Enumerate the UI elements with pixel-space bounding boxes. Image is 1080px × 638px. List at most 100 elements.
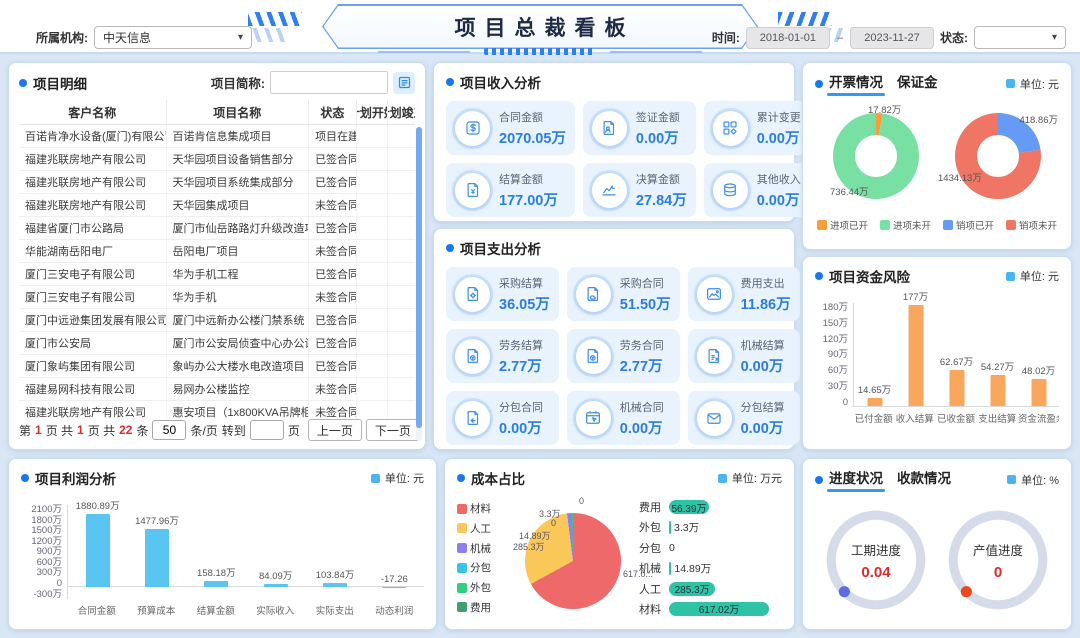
table-cell: 厦门市仙岳路路灯升级改造项目 [166,217,309,239]
bar-value-label: 1880.89万 [76,498,120,512]
legend-item: 人工 [457,521,509,536]
table-cell [387,378,415,400]
org-select[interactable]: 中天信息 ▾ [94,26,252,49]
table-row[interactable]: 厦门三安电子有限公司华为手机未签合同 [19,286,415,309]
table-cell: 福建兆联房地产有限公司 [19,148,166,170]
cost-list-row: 材料617.02万 [639,601,782,617]
table-row[interactable]: 厦门三安电子有限公司华为手机工程已签合同 [19,263,415,286]
cost-value-bar [669,521,671,534]
y-tick-label: 0 [843,398,848,408]
gauge-label: 工期进度 [851,540,901,559]
section-dot-icon [446,244,454,252]
legend-swatch [1006,220,1016,230]
table-cell: 未签合同 [308,240,356,262]
table-row[interactable]: 厦门市公安局厦门市公安局侦查中心办公设...已签合同 [19,332,415,355]
tab-invoice-status[interactable]: 开票情况 [829,71,883,96]
kpi-label: 机械合同 [620,399,664,415]
machine-contract-icon [576,401,611,436]
table-row[interactable]: 福建易网科技有限公司易网办公楼监控未签合同 [19,378,415,401]
kpi-value: 0.00万 [757,127,801,148]
table-cell [387,355,415,377]
unit-square-icon [1007,475,1016,484]
labor-settlement-icon [455,339,490,374]
table-scrollbar[interactable] [416,127,422,441]
tab-progress-status[interactable]: 进度状况 [829,467,883,492]
project-detail-title: 项目明细 [33,73,87,93]
date-from-input[interactable] [746,27,830,49]
table-cell: 厦门象屿集团有限公司 [19,355,166,377]
legend-label: 人工 [470,521,491,536]
table-row[interactable]: 华能湖南岳阳电厂岳阳电厂项目未签合同 [19,240,415,263]
table-cell: 未签合同 [308,194,356,216]
table-cell [387,171,415,193]
table-row[interactable]: 百诺肯净水设备(厦门)有限公司百诺肯信息集成项目项目在建 [19,125,415,148]
pager-text: 页 [288,422,300,439]
project-abbr-label: 项目简称: [211,73,265,92]
pie [525,513,621,609]
y-tick-label: 600万 [37,558,62,568]
subcontract-contract-icon [455,401,490,436]
section-dot-icon [457,474,465,482]
bar [204,581,228,587]
donut-value-label: 1434.13万 [938,170,982,184]
pagination: 第 1 页 共 1 页 共 22 条 条/页 转到 页 上一页 下一页 [19,419,415,441]
table-row[interactable]: 厦门象屿集团有限公司象屿办公大楼水电改造项目已签合同 [19,355,415,378]
line-decoration-right [610,51,702,53]
kpi-label: 采购合同 [620,275,671,291]
fund-risk-chart: 180万150万120万90万60万30万0 14.65万177万62.67万5… [815,303,1059,423]
table-cell [356,240,388,262]
section-dot-icon [21,474,29,482]
tab-collection-status[interactable]: 收款情况 [897,467,951,492]
cost-value-bar: 285.3万 [669,582,715,596]
pie-callout: 0 [579,496,584,506]
kpi-value: 2.77万 [499,355,543,376]
kpi-value: 27.84万 [636,189,687,210]
table-row[interactable]: 福建兆联房地产有限公司天华园项目系统集成部分已签合同 [19,171,415,194]
status-select[interactable]: ▾ [974,26,1066,49]
kpi-label: 合同金额 [499,109,566,125]
table-row[interactable]: 福建兆联房地产有限公司天华园集成项目未签合同 [19,194,415,217]
visa-amount-icon [592,111,627,146]
pager-text: 条 [136,422,148,439]
legend-swatch [457,543,467,553]
date-to-input[interactable] [850,27,934,49]
table-cell: 华为手机 [166,286,309,308]
scrollbar-thumb[interactable] [416,127,422,428]
column-header: 计划开始 [356,100,388,124]
kpi-card: 决算金额27.84万 [583,163,696,217]
cost-list-row: 机械14.89万 [639,560,782,576]
table-cell [387,240,415,262]
table-row[interactable]: 福建兆联房地产有限公司天华园项目设备销售部分已签合同 [19,148,415,171]
cost-item-label: 材料 [639,601,669,617]
legend-swatch [457,583,467,593]
table-row[interactable]: 福建省厦门市公路局厦门市仙岳路路灯升级改造项目已签合同 [19,217,415,240]
table-cell [387,217,415,239]
kpi-label: 分包结算 [741,399,785,415]
prev-page-button[interactable]: 上一页 [308,419,362,441]
table-cell [356,125,388,147]
kpi-card: 采购结算36.05万 [446,267,559,321]
section-dot-icon [19,79,27,87]
table-cell: 已签合同 [308,148,356,170]
table-row[interactable]: 厦门中远逊集团发展有限公司厦门中远新办公楼门禁系统已签合同 [19,309,415,332]
project-abbr-input[interactable] [270,71,388,94]
profit-chart: 2100万1800万1500万1200万900万600万300万0-300万 1… [21,505,424,615]
bar [86,514,110,588]
table-cell: 厦门三安电子有限公司 [19,286,166,308]
kpi-text: 采购合同51.50万 [620,275,671,314]
pager-text: 转到 [222,422,246,439]
date-separator: – [837,32,843,44]
list-icon[interactable] [393,72,415,94]
table-cell: 福建兆联房地产有限公司 [19,171,166,193]
next-page-button[interactable]: 下一页 [366,419,420,441]
table-row[interactable]: 福建兆联房地产有限公司惠安项目（1x800KVA吊牌柜）未签合同 [19,401,415,419]
tab-deposit[interactable]: 保证金 [897,71,938,96]
goto-page-input[interactable] [250,420,284,440]
plot-area: 1880.89万1477.96万158.18万84.09万103.84万-17.… [67,505,424,599]
bar-value-label: 177万 [903,289,928,303]
cost-ratio-panel: 成本占比 单位: 万元 材料人工机械分包外包费用 0 3.3万 0 14.89万… [444,458,795,630]
table-cell: 百诺肯信息集成项目 [166,125,309,147]
legend-label: 材料 [470,501,491,516]
page-size-input[interactable] [152,420,186,440]
kpi-text: 结算金额177.00万 [499,171,558,210]
